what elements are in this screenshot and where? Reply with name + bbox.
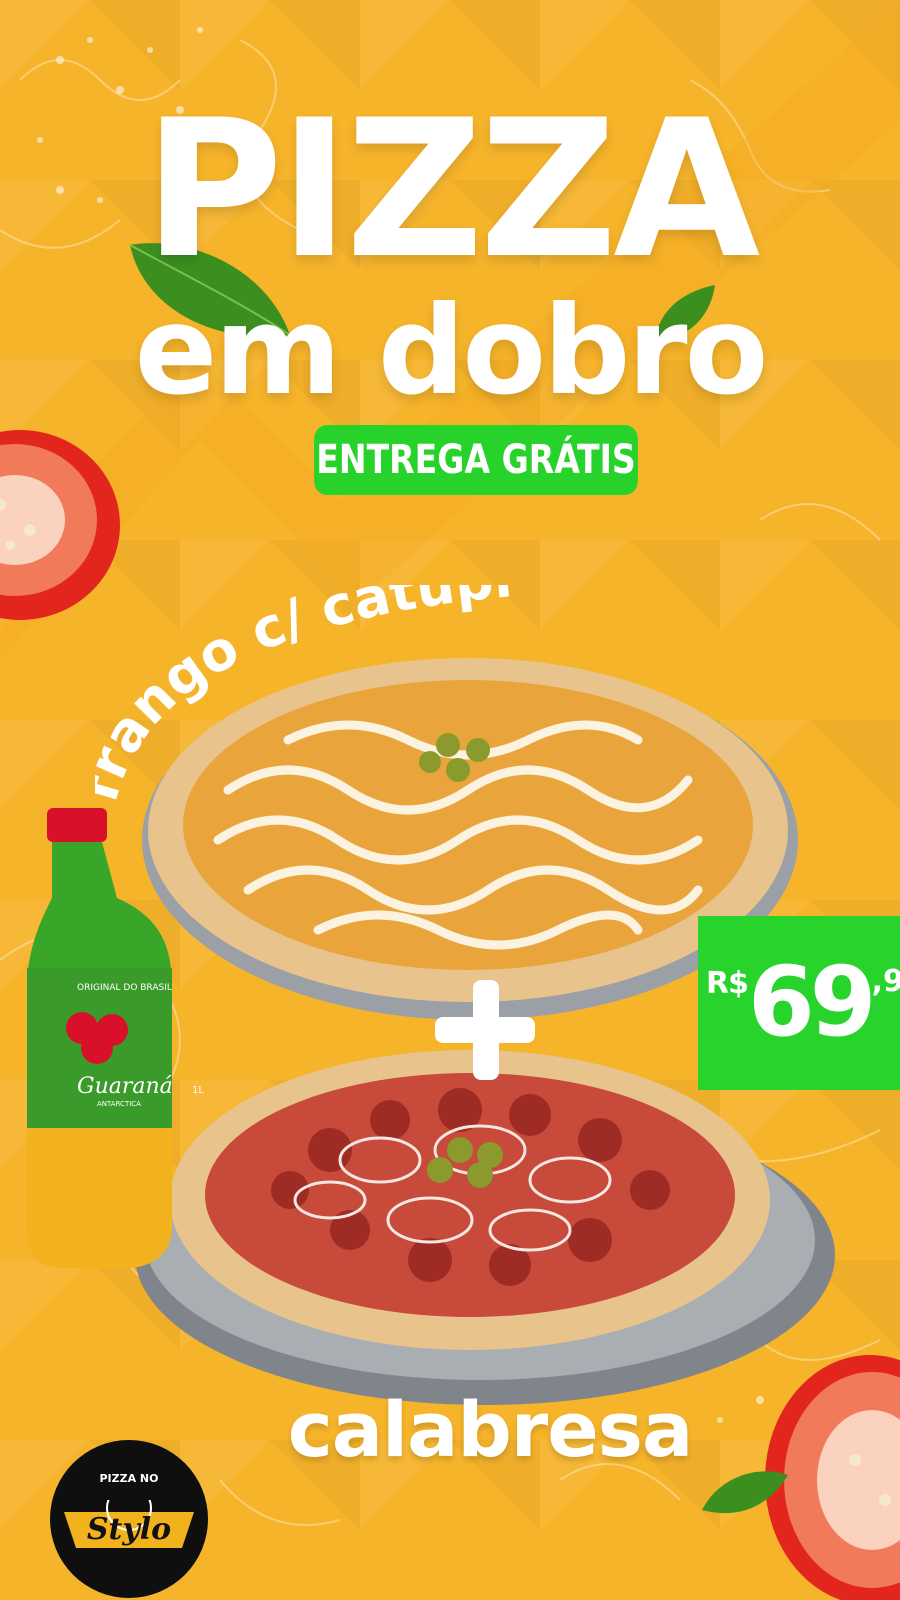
price-integer: 69: [747, 946, 877, 1058]
price-tag: R$69,99: [698, 916, 900, 1090]
headline-em-dobro: em dobro: [134, 280, 769, 422]
price-currency: R$: [706, 966, 749, 1001]
promo-poster: PIZZA em dobro ENTREGA GRÁTIS ORIGINAL D…: [0, 0, 900, 1600]
flavor-label-frango: frango c/ catupiry: [95, 585, 515, 808]
logo-brand-text: Stylo: [86, 1512, 172, 1547]
bottle-origin-text: ORIGINAL DO BRASIL: [77, 983, 172, 993]
logo-top-text: PIZZA NO: [99, 1472, 159, 1485]
brand-logo: PIZZA NO Stylo: [50, 1440, 208, 1598]
svg-text:frango c/ catupiry: frango c/ catupiry: [95, 585, 515, 808]
bottle-brand-text: Guaraná: [77, 1074, 173, 1099]
price-decimal: ,99: [871, 964, 900, 999]
bottle-sub-text: ANTARCTICA: [97, 1100, 141, 1108]
plus-icon: [435, 980, 535, 1080]
free-delivery-badge: ENTREGA GRÁTIS: [314, 425, 638, 495]
guarana-bottle: ORIGINAL DO BRASIL Guaraná ANTARCTICA 1L: [27, 808, 204, 1268]
pizza-calabresa: [135, 1050, 835, 1405]
flavor-top-text: frango c/ catupiry: [95, 585, 515, 808]
headline-pizza: PIZZA: [143, 79, 761, 300]
bottle-volume-text: 1L: [192, 1085, 204, 1096]
basil-leaf-bottom: [702, 1471, 788, 1514]
